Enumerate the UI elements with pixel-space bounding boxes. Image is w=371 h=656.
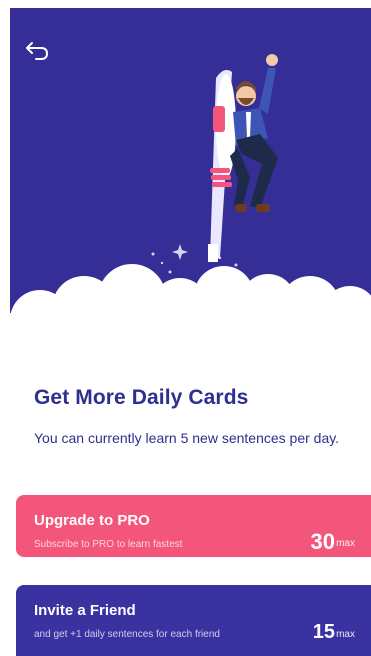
card-subtitle: Subscribe to PRO to learn fastest	[34, 539, 183, 550]
rocket-man-illustration	[10, 54, 371, 338]
page-subtitle: You can currently learn 5 new sentences …	[34, 430, 340, 446]
card-unit: max	[336, 629, 355, 640]
card-unit: max	[336, 538, 355, 549]
card-count: 15	[312, 621, 335, 643]
back-arrow-icon	[26, 42, 48, 60]
invite-friend-card[interactable]: Invite a Friend and get +1 daily sentenc…	[16, 585, 371, 656]
card-title: Upgrade to PRO	[34, 512, 150, 529]
card-count: 30	[310, 529, 335, 554]
upgrade-pro-card[interactable]: Upgrade to PRO Subscribe to PRO to learn…	[16, 495, 371, 557]
card-subtitle: and get +1 daily sentences for each frie…	[34, 629, 220, 640]
card-title: Invite a Friend	[34, 602, 136, 619]
hero-banner	[10, 8, 371, 338]
back-button[interactable]	[24, 40, 50, 62]
page-title: Get More Daily Cards	[34, 386, 249, 409]
